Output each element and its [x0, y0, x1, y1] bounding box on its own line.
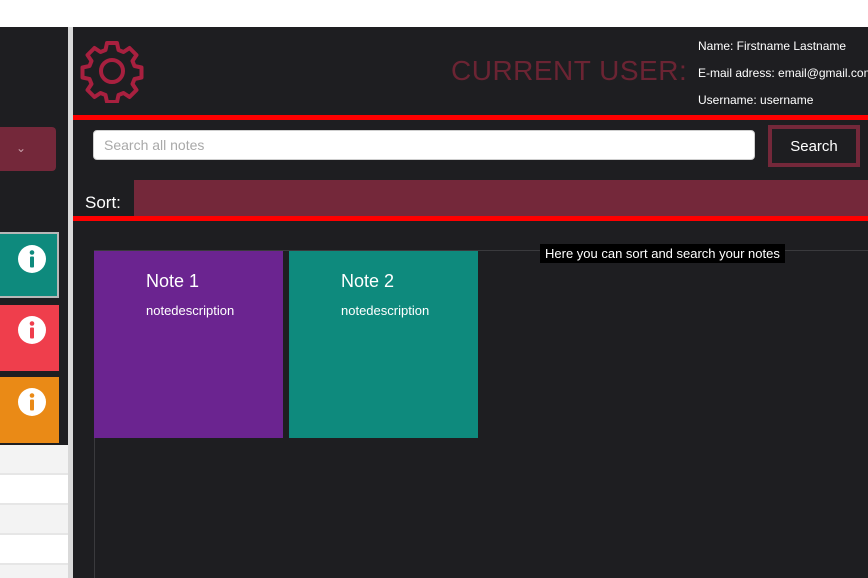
note-title: Note 1 — [146, 271, 200, 291]
note-card[interactable]: Note 2 notedescription — [289, 251, 478, 438]
list-item[interactable] — [0, 475, 68, 505]
note-card[interactable]: Note 1 notedescription — [94, 251, 283, 438]
tooltip: Here you can sort and search your notes — [540, 244, 785, 263]
user-name: Name: Firstname Lastname — [698, 39, 847, 53]
sidebar-dropdown[interactable]: ⌄ — [0, 127, 56, 171]
top-strip — [0, 0, 868, 27]
sidebar-card-orange[interactable] — [0, 377, 59, 443]
sidebar-card-red[interactable] — [0, 305, 59, 371]
note-title: Note 2 — [341, 271, 395, 291]
note-description: notedescription — [341, 303, 430, 318]
sidebar: ⌄ — [0, 27, 68, 578]
user-email: E-mail adress: email@gmail.com — [698, 66, 868, 80]
chevron-down-icon: ⌄ — [16, 141, 27, 155]
list-item[interactable] — [0, 445, 68, 475]
current-user-heading: CURRENT USER: — [451, 55, 688, 86]
sidebar-list — [0, 445, 68, 578]
list-item[interactable] — [0, 505, 68, 535]
info-icon[interactable] — [17, 387, 47, 417]
info-icon[interactable] — [17, 315, 47, 345]
note-description: notedescription — [146, 303, 235, 318]
list-item[interactable] — [0, 565, 68, 578]
tutorial-highlight — [73, 115, 868, 221]
list-item[interactable] — [0, 535, 68, 565]
info-icon[interactable] — [17, 244, 47, 274]
user-info: Name: Firstname Lastname E-mail adress: … — [698, 39, 868, 120]
main-panel: CURRENT USER: Name: Firstname Lastname E… — [73, 27, 868, 578]
gear-icon[interactable] — [80, 39, 144, 103]
sidebar-card-teal[interactable] — [0, 232, 59, 298]
